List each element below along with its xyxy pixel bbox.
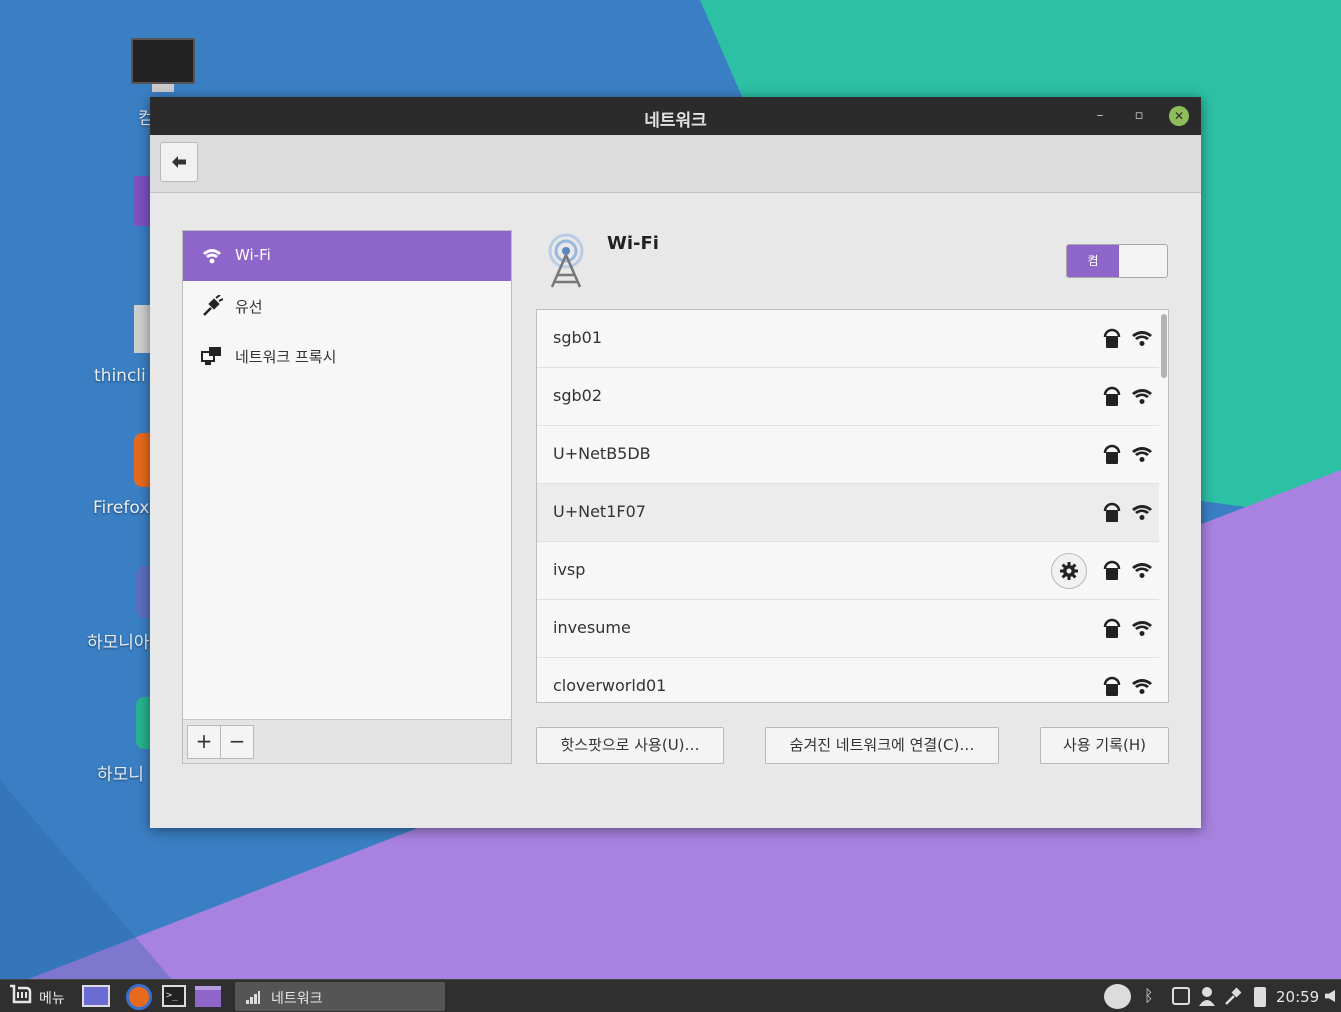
volume-icon[interactable] (1325, 990, 1335, 1002)
network-name: ivsp (553, 560, 586, 579)
gear-icon (1060, 562, 1078, 580)
lock-icon (1103, 560, 1121, 580)
network-name: cloverworld01 (553, 676, 667, 695)
wifi-signal-icon (1132, 389, 1152, 404)
sidebar-item-label: 유선 (235, 298, 263, 316)
window-toolbar (150, 135, 1201, 193)
taskbar-window-label: 네트워크 (271, 991, 323, 1007)
wifi-panel-title: Wi-Fi (607, 233, 659, 254)
battery-icon[interactable] (1254, 987, 1266, 1007)
wifi-network-row[interactable]: U+NetB5DB (537, 426, 1159, 484)
wifi-signal-icon (1132, 447, 1152, 462)
wifi-network-row[interactable]: ivsp (537, 542, 1159, 600)
bluetooth-icon[interactable]: ᛒ (1144, 986, 1158, 1008)
wifi-toggle-switch[interactable]: 켬 (1066, 244, 1168, 278)
taskbar-window-network[interactable]: 네트워크 (235, 982, 445, 1011)
hotspot-button[interactable]: 핫스팟으로 사용(U)… (536, 727, 724, 764)
update-manager-icon[interactable] (1172, 987, 1190, 1005)
firefox-launcher-icon[interactable] (126, 984, 152, 1010)
wifi-network-row[interactable]: invesume (537, 600, 1159, 658)
wired-network-icon[interactable] (1224, 986, 1244, 1006)
back-arrow-icon (172, 156, 186, 168)
wifi-antenna-icon (548, 233, 584, 288)
network-name: U+Net1F07 (553, 502, 646, 521)
computer-icon[interactable] (131, 38, 195, 84)
network-status-icon (246, 991, 260, 1004)
terminal-launcher-icon[interactable]: >_ (162, 985, 186, 1007)
wifi-signal-icon (1132, 505, 1152, 520)
network-list-scrollbar[interactable] (1161, 314, 1167, 378)
desktop-icon-label: thincli (94, 366, 146, 386)
wifi-network-row[interactable]: sgb02 (537, 368, 1159, 426)
sidebar-item-label: Wi-Fi (235, 246, 271, 264)
network-name: invesume (553, 618, 631, 637)
wired-plug-icon (203, 295, 223, 316)
wifi-network-row[interactable]: U+Net1F07 (537, 484, 1159, 542)
user-icon[interactable] (1198, 986, 1216, 1006)
desktop-icon-label: 하모니 (97, 765, 144, 785)
close-button[interactable]: ✕ (1169, 106, 1189, 126)
sidebar-item-wifi[interactable]: Wi-Fi (183, 231, 511, 281)
notification-tray-icon[interactable] (1104, 984, 1131, 1009)
back-button[interactable] (160, 142, 198, 182)
connect-hidden-network-button[interactable]: 숨겨진 네트워크에 연결(C)… (765, 727, 999, 764)
menu-button[interactable]: 메뉴 (6, 984, 72, 1010)
show-desktop-icon[interactable] (82, 985, 110, 1007)
taskbar: 메뉴 >_ 네트워크 ᛒ 20:59 (0, 979, 1341, 1012)
wifi-network-row[interactable]: cloverworld01 (537, 658, 1159, 702)
sidebar-item-wired[interactable]: 유선 (183, 281, 511, 331)
network-settings-window: 네트워크 – ▫ ✕ Wi-Fi 유선 네트워크 프록시 + − Wi-Fi 켬… (150, 97, 1201, 828)
lock-icon (1103, 676, 1121, 696)
lock-icon (1103, 502, 1121, 522)
window-title: 네트워크 (644, 111, 707, 131)
menu-label: 메뉴 (39, 991, 65, 1007)
window-titlebar[interactable]: 네트워크 – ▫ ✕ (150, 97, 1201, 135)
network-name: sgb02 (553, 386, 603, 405)
wifi-signal-icon (1132, 563, 1152, 578)
network-settings-button[interactable] (1051, 553, 1087, 589)
sidebar-item-label: 네트워크 프록시 (235, 348, 337, 366)
computer-icon-stand (152, 84, 174, 92)
desktop-icon-label: Firefox (93, 498, 150, 518)
add-connection-button[interactable]: + (187, 725, 221, 759)
wifi-network-row[interactable]: sgb01 (537, 310, 1159, 368)
wifi-toggle-on-label: 켬 (1067, 245, 1119, 277)
lock-icon (1103, 328, 1121, 348)
sidebar-footer: + − (183, 719, 511, 763)
mint-logo-icon (10, 984, 32, 1004)
files-launcher-icon[interactable] (195, 986, 221, 1007)
lock-icon (1103, 386, 1121, 406)
history-button[interactable]: 사용 기록(H) (1040, 727, 1169, 764)
wifi-icon (203, 249, 221, 264)
lock-icon (1103, 444, 1121, 464)
wifi-network-list[interactable]: sgb01 sgb02 U+NetB5DB U+Net1F07 ivsp inv… (536, 309, 1169, 703)
minimize-button[interactable]: – (1090, 106, 1110, 126)
wifi-signal-icon (1132, 621, 1152, 636)
desktop-icon-label: 하모니아 (87, 633, 150, 653)
clock[interactable]: 20:59 (1276, 988, 1319, 1006)
remove-connection-button[interactable]: − (220, 725, 254, 759)
lock-icon (1103, 618, 1121, 638)
wifi-signal-icon (1132, 679, 1152, 694)
maximize-button[interactable]: ▫ (1129, 106, 1149, 126)
network-proxy-icon (201, 347, 221, 365)
wifi-signal-icon (1132, 331, 1152, 346)
network-name: sgb01 (553, 328, 603, 347)
network-name: U+NetB5DB (553, 444, 651, 463)
network-sidebar: Wi-Fi 유선 네트워크 프록시 + − (182, 230, 512, 764)
sidebar-item-proxy[interactable]: 네트워크 프록시 (183, 331, 511, 381)
